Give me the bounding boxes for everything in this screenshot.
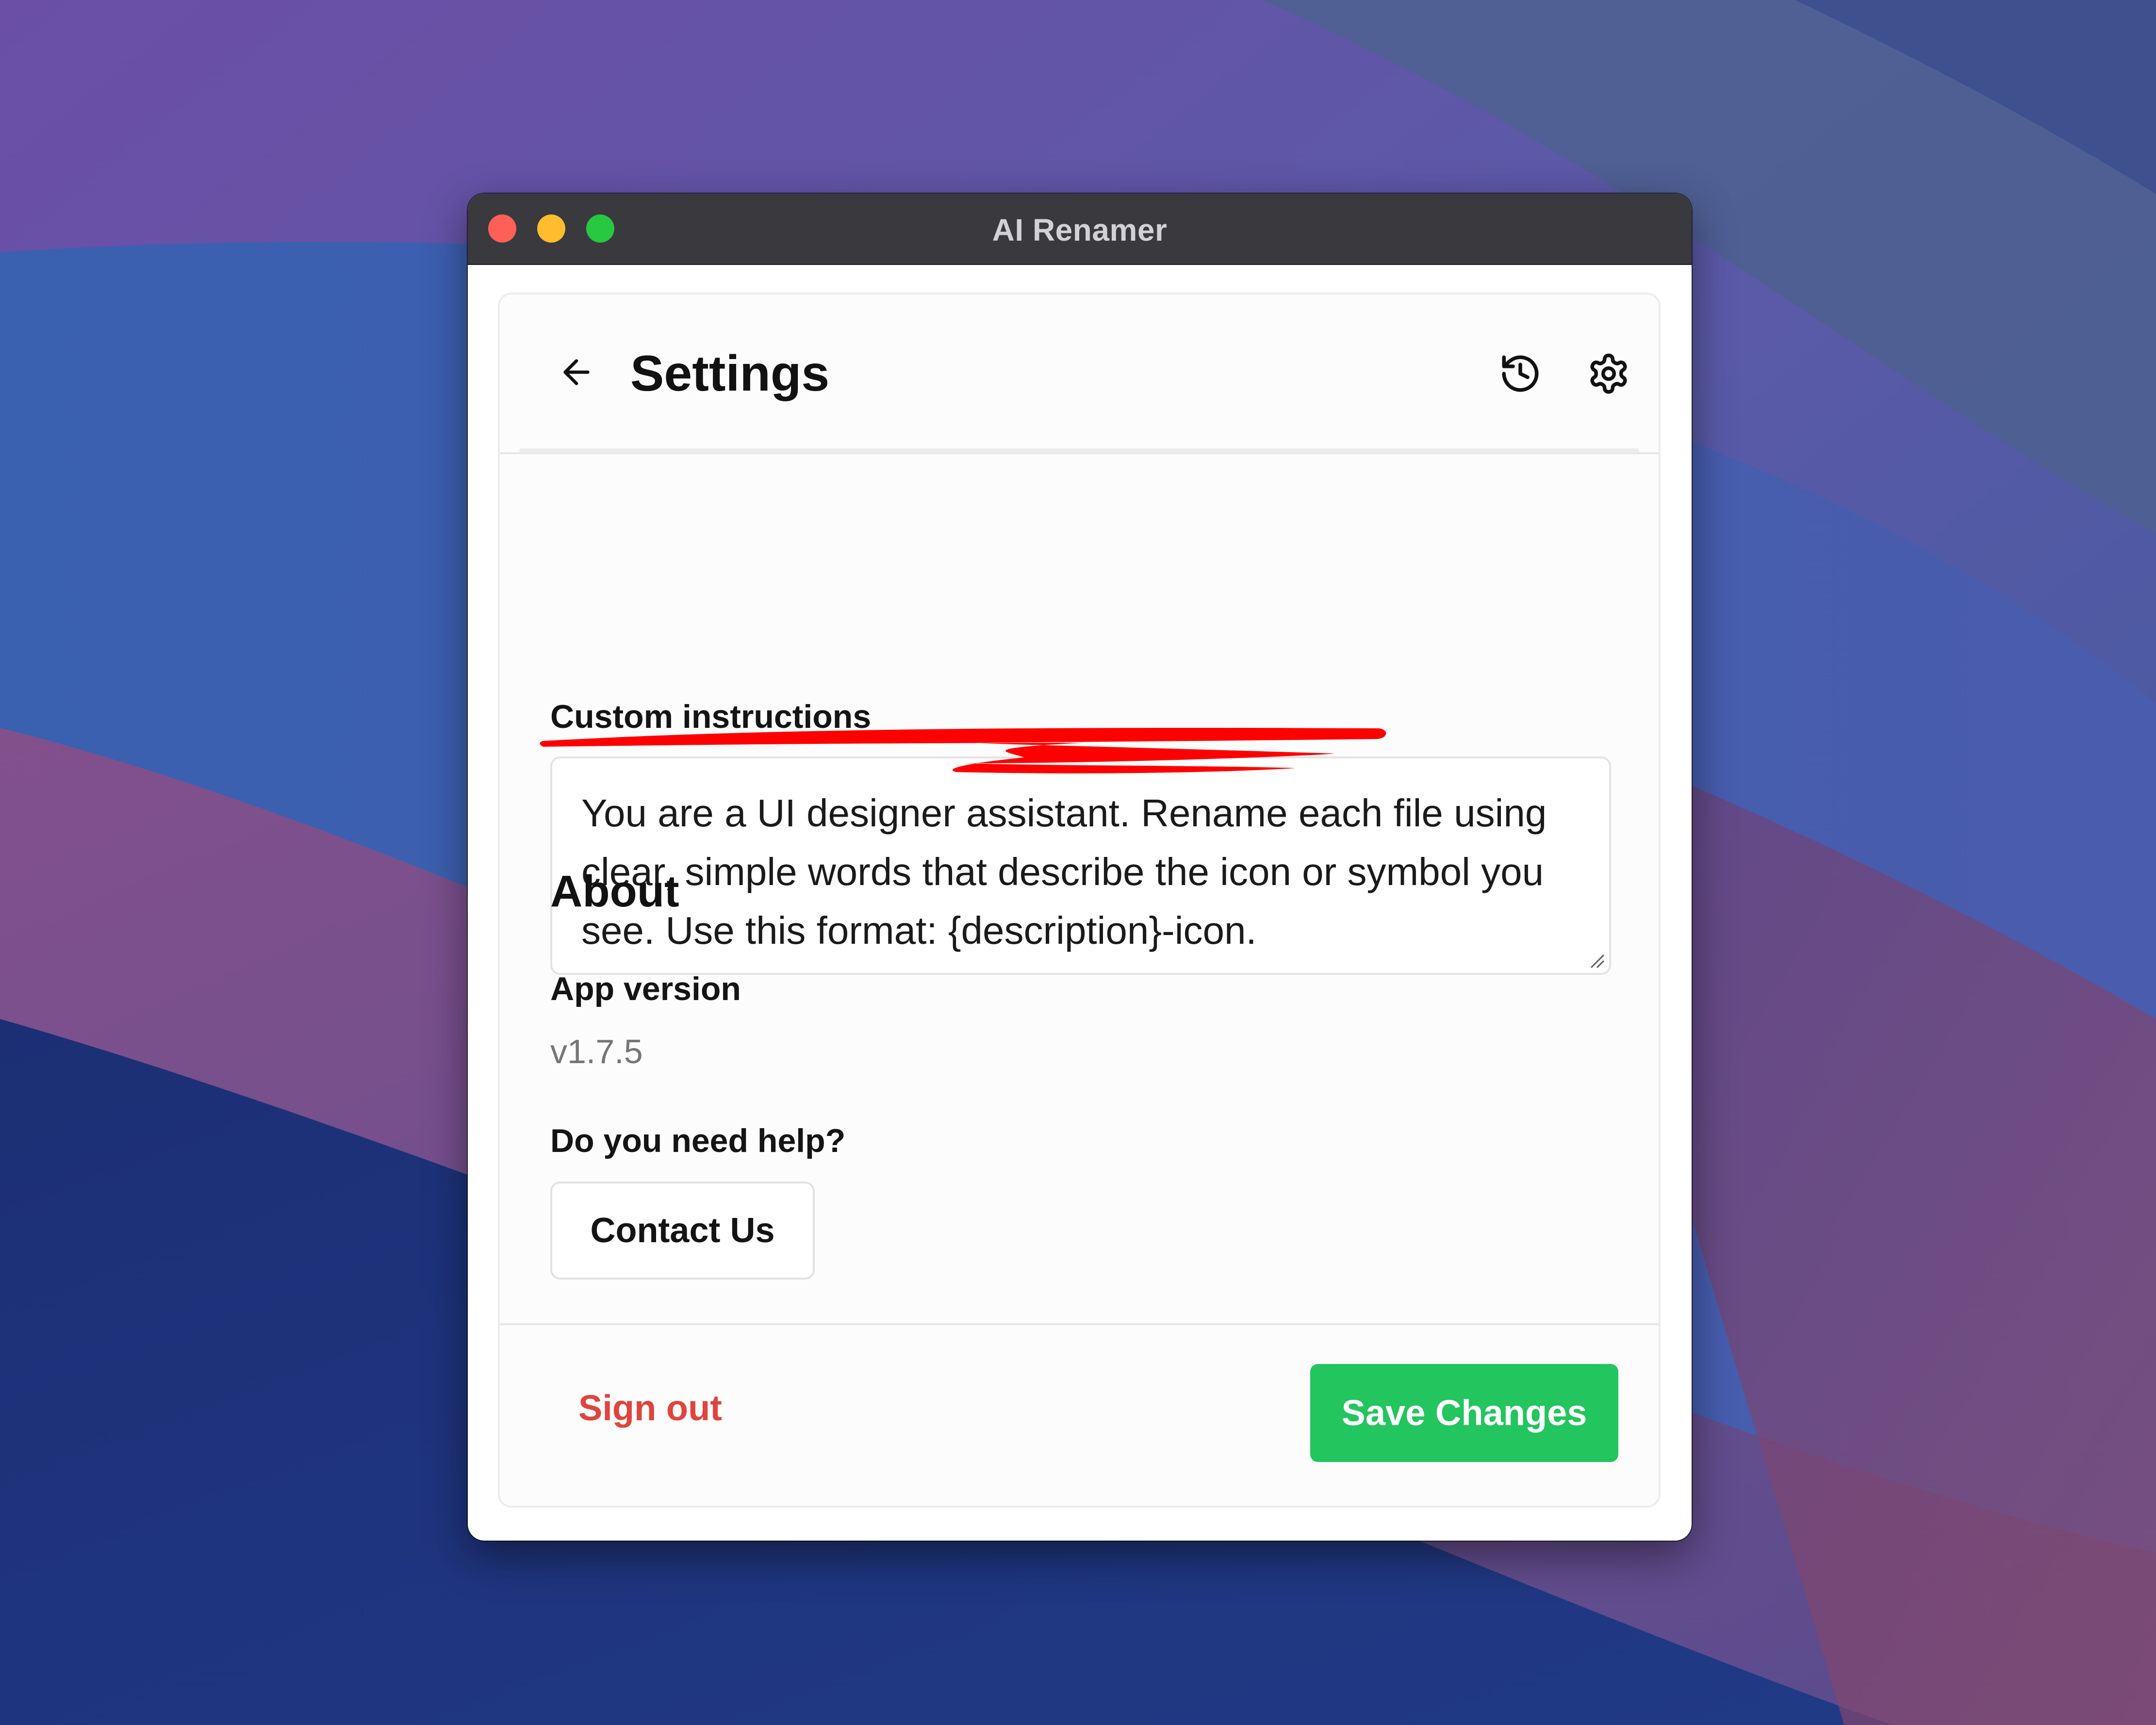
header-divider: [519, 448, 1639, 453]
gear-icon[interactable]: [1587, 352, 1630, 395]
contact-us-button[interactable]: Contact Us: [550, 1182, 815, 1280]
help-label: Do you need help?: [550, 1122, 846, 1159]
title-bar[interactable]: AI Renamer: [468, 194, 1692, 265]
red-scribble-annotation: [540, 728, 1386, 773]
history-icon[interactable]: [1498, 352, 1542, 395]
back-arrow-icon[interactable]: [557, 353, 596, 392]
page-title: Settings: [630, 345, 830, 402]
about-heading: About: [550, 867, 679, 916]
app-window: AI Renamer Settings Custom instructions …: [468, 194, 1692, 1541]
resize-handle-icon[interactable]: [1586, 950, 1605, 969]
settings-header: Settings: [500, 295, 1659, 454]
custom-instructions-textarea[interactable]: You are a UI designer assistant. Rename …: [550, 756, 1611, 975]
custom-instructions-text[interactable]: You are a UI designer assistant. Rename …: [581, 784, 1580, 960]
app-version-value: v1.7.5: [550, 1033, 643, 1070]
settings-footer: Sign out Save Changes: [500, 1323, 1659, 1506]
window-title: AI Renamer: [992, 213, 1168, 247]
save-changes-button[interactable]: Save Changes: [1310, 1364, 1618, 1462]
app-version-label: App version: [550, 970, 741, 1007]
settings-panel: Settings Custom instructions You are a U…: [498, 293, 1661, 1508]
sign-out-button[interactable]: Sign out: [578, 1387, 722, 1429]
